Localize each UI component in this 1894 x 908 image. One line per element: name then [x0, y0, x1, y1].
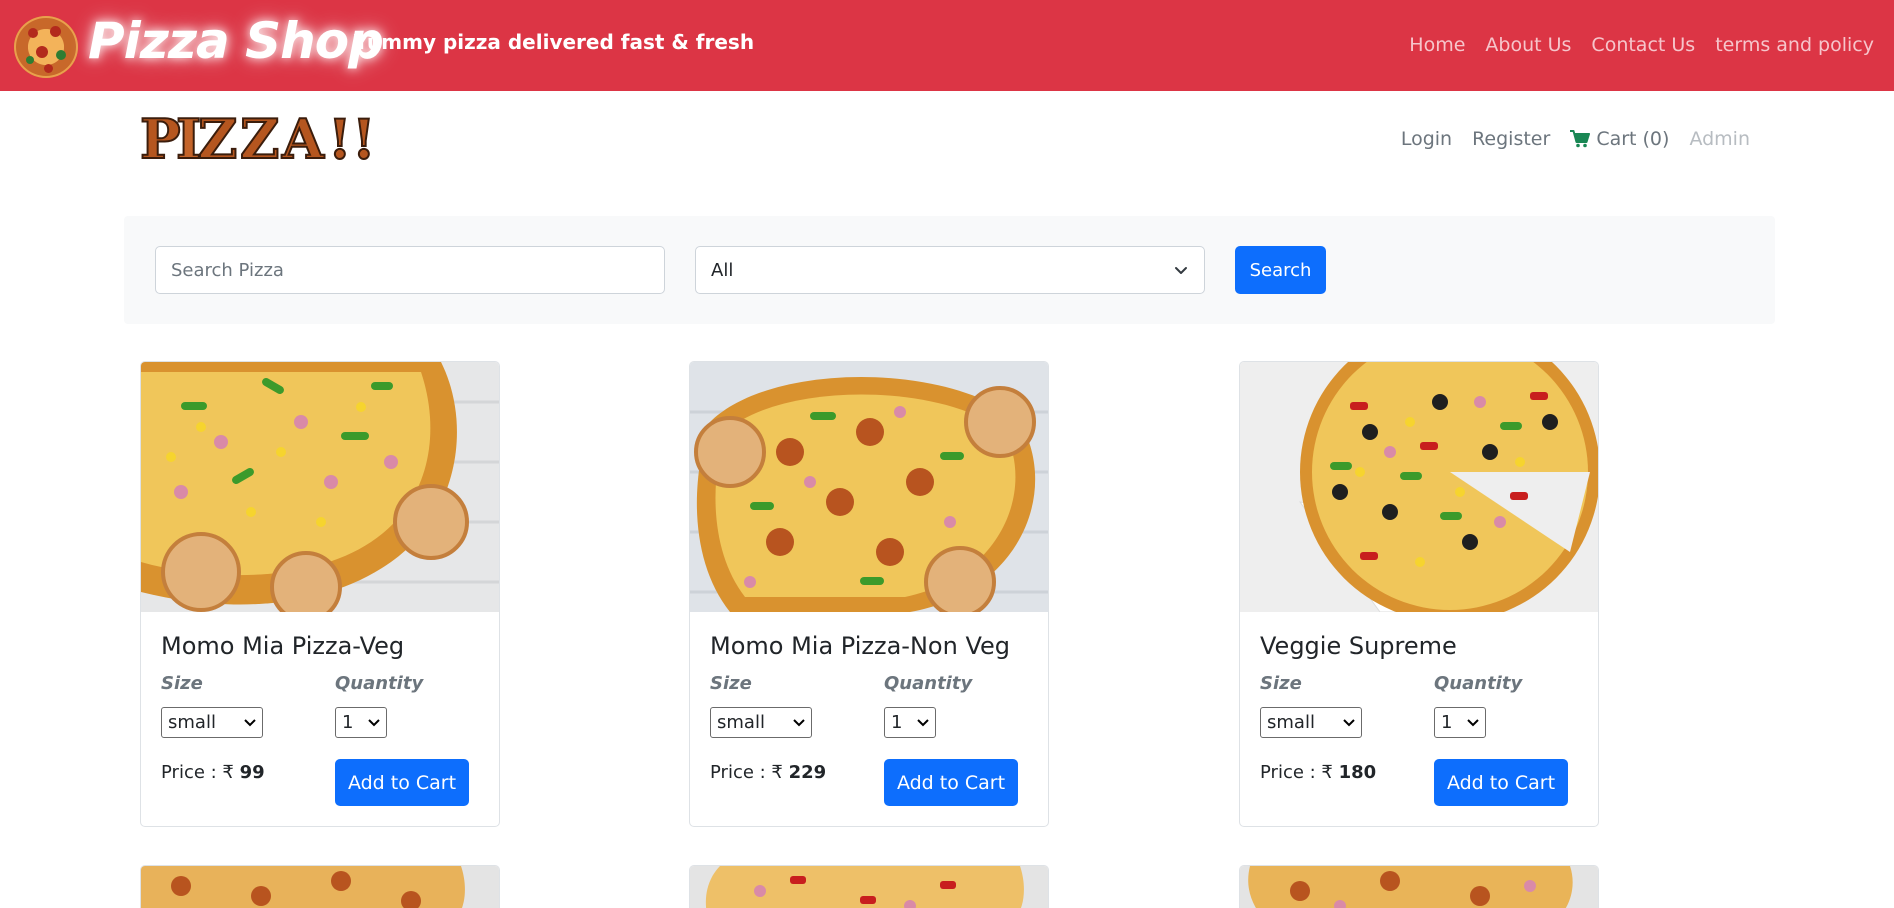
product-card: [689, 865, 1049, 908]
chevron-down-icon: [1175, 267, 1187, 274]
category-selected-value: All: [711, 259, 734, 281]
add-to-cart-button[interactable]: Add to Cart: [335, 759, 469, 806]
quantity-select[interactable]: 1: [1434, 707, 1486, 738]
register-link[interactable]: Register: [1472, 128, 1550, 150]
chevron-down-icon: [1343, 718, 1355, 726]
nav-about-us[interactable]: About Us: [1485, 34, 1571, 56]
category-select[interactable]: All: [695, 246, 1205, 294]
product-image: [141, 866, 499, 908]
product-image: [690, 866, 1048, 908]
price-prefix: Price : ₹: [1260, 762, 1333, 783]
product-price: Price : ₹ 229: [710, 762, 826, 783]
cart-label: Cart (0): [1596, 128, 1670, 150]
quantity-selected-value: 1: [891, 712, 903, 733]
admin-link[interactable]: Admin: [1689, 128, 1750, 150]
chevron-down-icon: [917, 718, 929, 726]
nav-home[interactable]: Home: [1409, 34, 1465, 56]
quantity-label: Quantity: [884, 673, 973, 694]
chevron-down-icon: [793, 718, 805, 726]
top-nav: Home About Us Contact Us terms and polic…: [1409, 34, 1874, 56]
brand-title[interactable]: Pizza Shop: [88, 12, 384, 70]
product-price: Price : ₹ 180: [1260, 762, 1376, 783]
quantity-select[interactable]: 1: [884, 707, 936, 738]
price-value: 229: [788, 762, 827, 783]
product-image: [1240, 362, 1598, 612]
cart-link[interactable]: Cart (0): [1570, 128, 1669, 150]
size-selected-value: small: [1267, 712, 1315, 733]
product-name: Veggie Supreme: [1260, 632, 1457, 660]
price-value: 180: [1338, 762, 1377, 783]
price-value: 99: [239, 762, 265, 783]
size-label: Size: [710, 673, 752, 694]
search-input[interactable]: [155, 246, 665, 294]
size-label: Size: [161, 673, 203, 694]
nav-contact-us[interactable]: Contact Us: [1591, 34, 1695, 56]
chevron-down-icon: [1467, 718, 1479, 726]
product-card: Momo Mia Pizza-Non Veg Size Quantity sma…: [689, 361, 1049, 827]
product-name: Momo Mia Pizza-Veg: [161, 632, 405, 660]
size-label: Size: [1260, 673, 1302, 694]
product-image: [690, 362, 1048, 612]
product-name: Momo Mia Pizza-Non Veg: [710, 632, 1010, 660]
product-card: Momo Mia Pizza-Veg Size Quantity small 1…: [140, 361, 500, 827]
add-to-cart-button[interactable]: Add to Cart: [884, 759, 1018, 806]
pizza-icon[interactable]: [14, 16, 78, 78]
shopping-cart-icon: [1570, 130, 1591, 148]
product-card: [1239, 865, 1599, 908]
product-card: [140, 865, 500, 908]
add-to-cart-button[interactable]: Add to Cart: [1434, 759, 1568, 806]
size-select[interactable]: small: [161, 707, 263, 738]
login-link[interactable]: Login: [1401, 128, 1452, 150]
size-select[interactable]: small: [710, 707, 812, 738]
product-image: [141, 362, 499, 612]
size-selected-value: small: [168, 712, 216, 733]
product-image: [1240, 866, 1598, 908]
top-navbar: Pizza Shop Yummy pizza delivered fast & …: [0, 0, 1894, 91]
quantity-label: Quantity: [1434, 673, 1523, 694]
product-price: Price : ₹ 99: [161, 762, 265, 783]
quantity-selected-value: 1: [342, 712, 354, 733]
product-card: Veggie Supreme Size Quantity small 1 Pri…: [1239, 361, 1599, 827]
nav-terms-and-policy[interactable]: terms and policy: [1715, 34, 1874, 56]
search-panel: All Search: [124, 216, 1775, 324]
chevron-down-icon: [368, 718, 380, 726]
price-prefix: Price : ₹: [161, 762, 234, 783]
account-nav: Login Register Cart (0) Admin: [1401, 128, 1750, 150]
size-selected-value: small: [717, 712, 765, 733]
quantity-label: Quantity: [335, 673, 424, 694]
price-prefix: Price : ₹: [710, 762, 783, 783]
quantity-selected-value: 1: [1441, 712, 1453, 733]
quantity-select[interactable]: 1: [335, 707, 387, 738]
search-button[interactable]: Search: [1235, 246, 1326, 294]
brand-tagline: Yummy pizza delivered fast & fresh: [354, 30, 755, 54]
pizza-text-logo[interactable]: P I Z Z A ! !: [139, 109, 386, 169]
chevron-down-icon: [244, 718, 256, 726]
size-select[interactable]: small: [1260, 707, 1362, 738]
